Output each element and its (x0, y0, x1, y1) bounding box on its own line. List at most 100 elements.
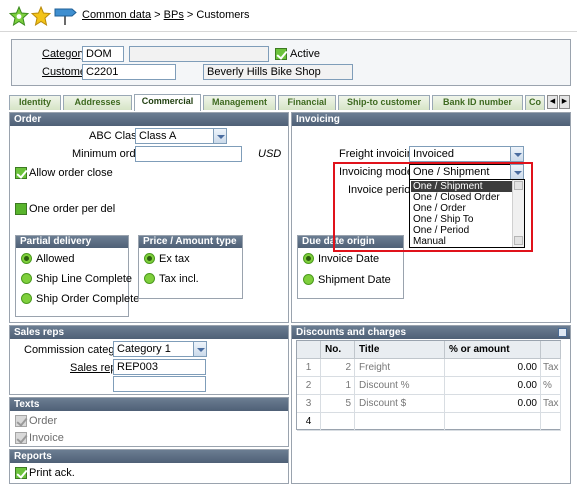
currency-label: USD (258, 148, 282, 160)
print-ack-checkbox[interactable] (15, 467, 27, 479)
category-label[interactable]: Category (42, 48, 87, 60)
tab-financial[interactable]: Financial (278, 95, 336, 110)
tab-identity[interactable]: Identity (9, 95, 61, 110)
table-cell-unit: Tax (541, 395, 561, 413)
discounts-title: Discounts and charges (292, 326, 570, 339)
chevron-down-icon[interactable] (193, 341, 207, 357)
one-order-per-delivery-label: One order per del (29, 203, 116, 215)
active-label: Active (290, 48, 320, 60)
invoice-date-radio[interactable] (303, 253, 314, 264)
discounts-grid: No. Title % or amount 1 2 Freight 0.00 T… (296, 340, 561, 431)
table-cell-no[interactable] (321, 413, 355, 431)
table-cell-title[interactable]: Freight (355, 359, 445, 377)
table-cell-unit (541, 413, 561, 431)
tab-bank-id-number[interactable]: Bank ID number (432, 95, 523, 110)
tab-scroll-left-icon[interactable]: ◀ (547, 95, 558, 109)
table-cell-amount[interactable]: 0.00 (445, 395, 541, 413)
ship-line-complete-radio[interactable] (21, 273, 32, 284)
row-index: 2 (297, 377, 321, 395)
freight-invoicing-select[interactable]: Invoiced (409, 146, 524, 162)
table-cell-unit: Tax (541, 359, 561, 377)
commission-category-select[interactable]: Category 1 (113, 341, 207, 357)
breadcrumb-separator: > (151, 9, 164, 21)
sales-rep-field[interactable]: REP003 (113, 359, 206, 375)
expand-icon[interactable] (558, 328, 567, 337)
tab-commercial[interactable]: Commercial (134, 94, 201, 111)
column-header-title[interactable]: Title (355, 341, 445, 359)
table-cell-title[interactable]: Discount % (355, 377, 445, 395)
header-panel: Category DOM Active Customer C2201 Bever… (11, 39, 571, 86)
grid-corner (297, 341, 321, 359)
table-cell-title[interactable]: Discount $ (355, 395, 445, 413)
commission-category-value: Category 1 (117, 343, 171, 355)
partial-delivery-title: Partial delivery (16, 236, 128, 248)
chevron-down-icon[interactable] (510, 146, 524, 162)
tax-incl-radio[interactable] (144, 273, 155, 284)
allow-order-close-checkbox[interactable] (15, 167, 27, 179)
table-cell-amount[interactable]: 0.00 (445, 377, 541, 395)
top-toolbar: Common data > BPs > Customers (0, 0, 577, 32)
table-cell-no[interactable]: 2 (321, 359, 355, 377)
row-index: 4 (297, 413, 321, 431)
invoice-date-label: Invoice Date (318, 253, 380, 265)
home-icon[interactable] (8, 5, 30, 27)
customer-field[interactable]: C2201 (82, 64, 176, 80)
row-index: 3 (297, 395, 321, 413)
breadcrumb-customers: Customers (196, 9, 250, 21)
tab-strip: Identity Addresses Commercial Management… (9, 94, 575, 111)
sales-rep-label[interactable]: Sales rep (70, 362, 116, 374)
column-header-no[interactable]: No. (321, 341, 355, 359)
partial-delivery-group: Partial delivery Allowed Ship Line Compl… (15, 235, 139, 317)
tax-incl-label: Tax incl. (159, 273, 199, 285)
invoice-text-checkbox[interactable] (15, 432, 27, 444)
allow-order-close-label: Allow order close (29, 167, 113, 179)
breadcrumb: Common data > BPs > Customers (82, 9, 250, 21)
abc-class-value: Class A (139, 130, 177, 142)
ex-tax-label: Ex tax (159, 253, 190, 265)
print-ack-label: Print ack. (29, 467, 75, 479)
category-field[interactable]: DOM (82, 46, 124, 62)
table-cell-amount[interactable] (445, 413, 541, 431)
table-cell-amount[interactable]: 0.00 (445, 359, 541, 377)
partial-allowed-label: Allowed (36, 253, 75, 265)
column-header-amount[interactable]: % or amount (445, 341, 541, 359)
ship-order-complete-label: Ship Order Complete (36, 293, 140, 305)
table-cell-title[interactable] (355, 413, 445, 431)
texts-title: Texts (10, 398, 288, 411)
category-description-field (129, 46, 269, 62)
breadcrumb-common-data[interactable]: Common data (82, 9, 151, 21)
ship-order-complete-radio[interactable] (21, 293, 32, 304)
invoicing-section-title: Invoicing (292, 113, 570, 126)
order-text-checkbox[interactable] (15, 415, 27, 427)
order-text-label: Order (29, 415, 58, 427)
tab-management[interactable]: Management (203, 95, 276, 110)
shipment-date-radio[interactable] (303, 274, 314, 285)
table-cell-no[interactable]: 5 (321, 395, 355, 413)
one-order-per-delivery-checkbox[interactable] (15, 203, 27, 215)
table-cell-unit: % (541, 377, 561, 395)
chevron-down-icon[interactable] (213, 128, 227, 144)
order-section: Order ABC Class Class A Minimum order US… (9, 112, 289, 323)
breadcrumb-bps[interactable]: BPs (164, 9, 184, 21)
freight-invoicing-label: Freight invoicing (339, 148, 420, 160)
sales-rep-field-2[interactable] (113, 376, 206, 392)
reports-title: Reports (10, 450, 288, 463)
highlight-annotation (333, 162, 533, 252)
minimum-order-field[interactable] (135, 146, 242, 162)
tab-scroll-right-icon[interactable]: ▶ (559, 95, 570, 109)
column-header-unit (541, 341, 561, 359)
tab-more[interactable]: Co (525, 95, 545, 110)
tab-ship-to-customer[interactable]: Ship-to customer (338, 95, 430, 110)
table-cell-no[interactable]: 1 (321, 377, 355, 395)
shipment-date-label: Shipment Date (318, 274, 391, 286)
row-index: 1 (297, 359, 321, 377)
ex-tax-radio[interactable] (144, 253, 155, 264)
tab-addresses[interactable]: Addresses (63, 95, 132, 110)
price-amount-type-title: Price / Amount type (139, 236, 242, 248)
abc-class-select[interactable]: Class A (135, 128, 227, 144)
ship-line-complete-label: Ship Line Complete (36, 273, 133, 285)
star-icon[interactable] (30, 5, 52, 27)
active-checkbox[interactable] (275, 48, 287, 60)
signpost-icon[interactable] (53, 6, 77, 26)
partial-allowed-radio[interactable] (21, 253, 32, 264)
